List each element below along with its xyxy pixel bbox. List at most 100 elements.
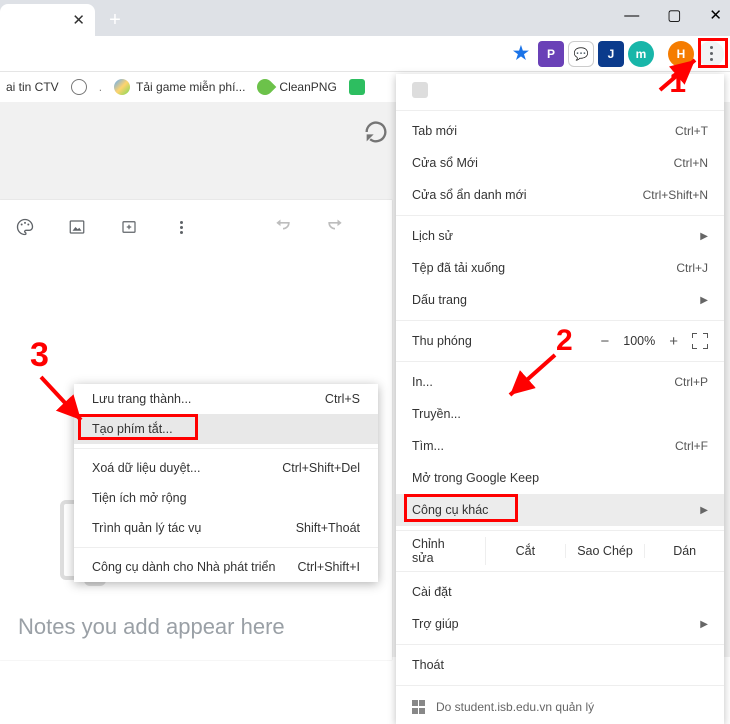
bookmark-label: ai tin CTV xyxy=(6,80,59,94)
annotation-box-shortcut xyxy=(78,414,198,440)
menu-help[interactable]: Trợ giúp ▶ xyxy=(396,608,724,640)
new-tab-button[interactable]: + xyxy=(105,10,125,30)
empty-notes-message: Notes you add appear here xyxy=(18,614,285,640)
submenu-save-page[interactable]: Lưu trang thành... Ctrl+S xyxy=(74,384,378,414)
bookmark-item-3[interactable]: CleanPNG xyxy=(257,79,336,95)
image-icon[interactable] xyxy=(66,216,88,238)
bookmark-item-2[interactable]: Tải game miễn phí... xyxy=(114,79,245,95)
menu-edit-row: Chỉnh sửa Cắt Sao Chép Dán xyxy=(396,535,724,567)
menu-bookmarks[interactable]: Dấu trang ▶ xyxy=(396,284,724,316)
menu-item-label: Trợ giúp xyxy=(412,617,700,631)
leaf-icon xyxy=(254,76,277,99)
shortcut-label: Shift+Thoát xyxy=(296,521,360,535)
chevron-right-icon: ▶ xyxy=(700,505,708,516)
menu-item-label: Chỉnh sửa xyxy=(396,537,486,565)
shortcut-label: Ctrl+S xyxy=(325,392,360,406)
submenu-item-label: Công cụ dành cho Nhà phát triển xyxy=(92,560,275,574)
menu-item-label: Cài đặt xyxy=(412,585,708,599)
menu-managed-by[interactable]: Do student.isb.edu.vn quản lý xyxy=(396,690,724,724)
bookmark-star-icon[interactable]: ★ xyxy=(508,41,534,67)
palette-icon[interactable] xyxy=(14,216,36,238)
building-icon xyxy=(412,700,426,714)
bookmark-item-1[interactable]: ai tin CTV xyxy=(6,80,59,94)
zoom-out-button[interactable]: − xyxy=(600,333,609,350)
submenu-extensions[interactable]: Tiện ích mở rộng xyxy=(74,483,378,513)
menu-downloads[interactable]: Tệp đã tải xuống Ctrl+J xyxy=(396,252,724,284)
menu-cast[interactable]: Truyền... xyxy=(396,398,724,430)
extension-m-icon[interactable]: m xyxy=(628,41,654,67)
submenu-item-label: Lưu trang thành... xyxy=(92,392,191,406)
edit-paste[interactable]: Dán xyxy=(645,544,724,558)
maximize-button[interactable]: ▢ xyxy=(667,6,681,24)
shortcut-label: Ctrl+J xyxy=(676,261,708,275)
chevron-right-icon: ▶ xyxy=(700,295,708,306)
submenu-item-label: Tiện ích mở rộng xyxy=(92,491,187,505)
menu-more-tools[interactable]: Công cụ khác ▶ xyxy=(396,494,724,526)
menu-new-tab[interactable]: Tab mới Ctrl+T xyxy=(396,115,724,147)
annotation-arrow-2 xyxy=(500,350,560,403)
managed-label: Do student.isb.edu.vn quản lý xyxy=(436,700,594,714)
minimize-button[interactable]: — xyxy=(624,7,639,24)
close-tab-icon[interactable]: ✕ xyxy=(72,11,85,29)
menu-exit[interactable]: Thoát xyxy=(396,649,724,681)
chrome-menu: Tab mới Ctrl+T Cửa sổ Mới Ctrl+N Cửa sổ … xyxy=(396,74,724,724)
shortcut-label: Ctrl+P xyxy=(674,375,708,389)
browser-icon xyxy=(114,79,130,95)
menu-item-label: Tìm... xyxy=(412,439,675,453)
fullscreen-icon[interactable] xyxy=(692,333,708,349)
bookmark-label: Tải game miễn phí... xyxy=(136,80,245,94)
menu-item-label: Lịch sử xyxy=(412,229,700,243)
menu-new-window[interactable]: Cửa sổ Mới Ctrl+N xyxy=(396,147,724,179)
menu-settings[interactable]: Cài đặt xyxy=(396,576,724,608)
extension-toolbar: ★ P 💬 J m H xyxy=(0,36,730,72)
menu-item-label: Mở trong Google Keep xyxy=(412,471,708,485)
menu-item-label: Thoát xyxy=(412,658,708,672)
submenu-task-manager[interactable]: Trình quản lý tác vụ Shift+Thoát xyxy=(74,513,378,543)
bookmark-label: CleanPNG xyxy=(279,80,336,94)
shortcut-label: Ctrl+T xyxy=(675,124,708,138)
submenu-clear-data[interactable]: Xoá dữ liệu duyệt... Ctrl+Shift+Del xyxy=(74,453,378,483)
menu-item-label: Dấu trang xyxy=(412,293,700,307)
active-tab[interactable]: ✕ xyxy=(0,4,95,36)
archive-icon[interactable] xyxy=(118,216,140,238)
bookmark-item-evernote[interactable] xyxy=(349,79,365,95)
more-icon[interactable] xyxy=(170,216,192,238)
chevron-right-icon: ▶ xyxy=(700,231,708,242)
menu-history[interactable]: Lịch sử ▶ xyxy=(396,220,724,252)
menu-find[interactable]: Tìm... Ctrl+F xyxy=(396,430,724,462)
zoom-in-button[interactable]: + xyxy=(669,333,678,350)
close-window-button[interactable]: ✕ xyxy=(709,6,722,24)
menu-item-label: Tab mới xyxy=(412,124,675,138)
edit-cut[interactable]: Cắt xyxy=(486,544,566,558)
menu-incognito[interactable]: Cửa sổ ẩn danh mới Ctrl+Shift+N xyxy=(396,179,724,211)
menu-item-label: Truyền... xyxy=(412,407,708,421)
menu-item-label: Tệp đã tải xuống xyxy=(412,261,676,275)
menu-print[interactable]: In... Ctrl+P xyxy=(396,366,724,398)
shortcut-label: Ctrl+F xyxy=(675,439,708,453)
shortcut-label: Ctrl+N xyxy=(674,156,708,170)
extension-icon xyxy=(412,82,428,98)
annotation-arrow-1 xyxy=(655,55,705,98)
annotation-arrow-3 xyxy=(36,372,96,435)
menu-open-keep[interactable]: Mở trong Google Keep xyxy=(396,462,724,494)
undo-icon[interactable] xyxy=(272,216,294,238)
zoom-value: 100% xyxy=(623,334,655,348)
shortcut-label: Ctrl+Shift+I xyxy=(297,560,360,574)
menu-item-label: Cửa sổ ẩn danh mới xyxy=(412,188,643,202)
extension-chat-icon[interactable]: 💬 xyxy=(568,41,594,67)
redo-icon[interactable] xyxy=(324,216,346,238)
annotation-box-more-tools xyxy=(404,494,518,522)
globe-icon xyxy=(71,79,87,95)
evernote-icon xyxy=(349,79,365,95)
extension-p-icon[interactable]: P xyxy=(538,41,564,67)
extension-j-icon[interactable]: J xyxy=(598,41,624,67)
note-toolbar xyxy=(0,200,392,238)
submenu-devtools[interactable]: Công cụ dành cho Nhà phát triển Ctrl+Shi… xyxy=(74,552,378,582)
edit-copy[interactable]: Sao Chép xyxy=(566,544,646,558)
loading-spinner-icon xyxy=(362,118,390,146)
tab-strip: ✕ + xyxy=(0,0,730,36)
submenu-item-label: Trình quản lý tác vụ xyxy=(92,521,201,535)
submenu-item-label: Xoá dữ liệu duyệt... xyxy=(92,461,200,475)
bookmark-item-globe[interactable] xyxy=(71,79,87,95)
chevron-right-icon: ▶ xyxy=(700,619,708,630)
